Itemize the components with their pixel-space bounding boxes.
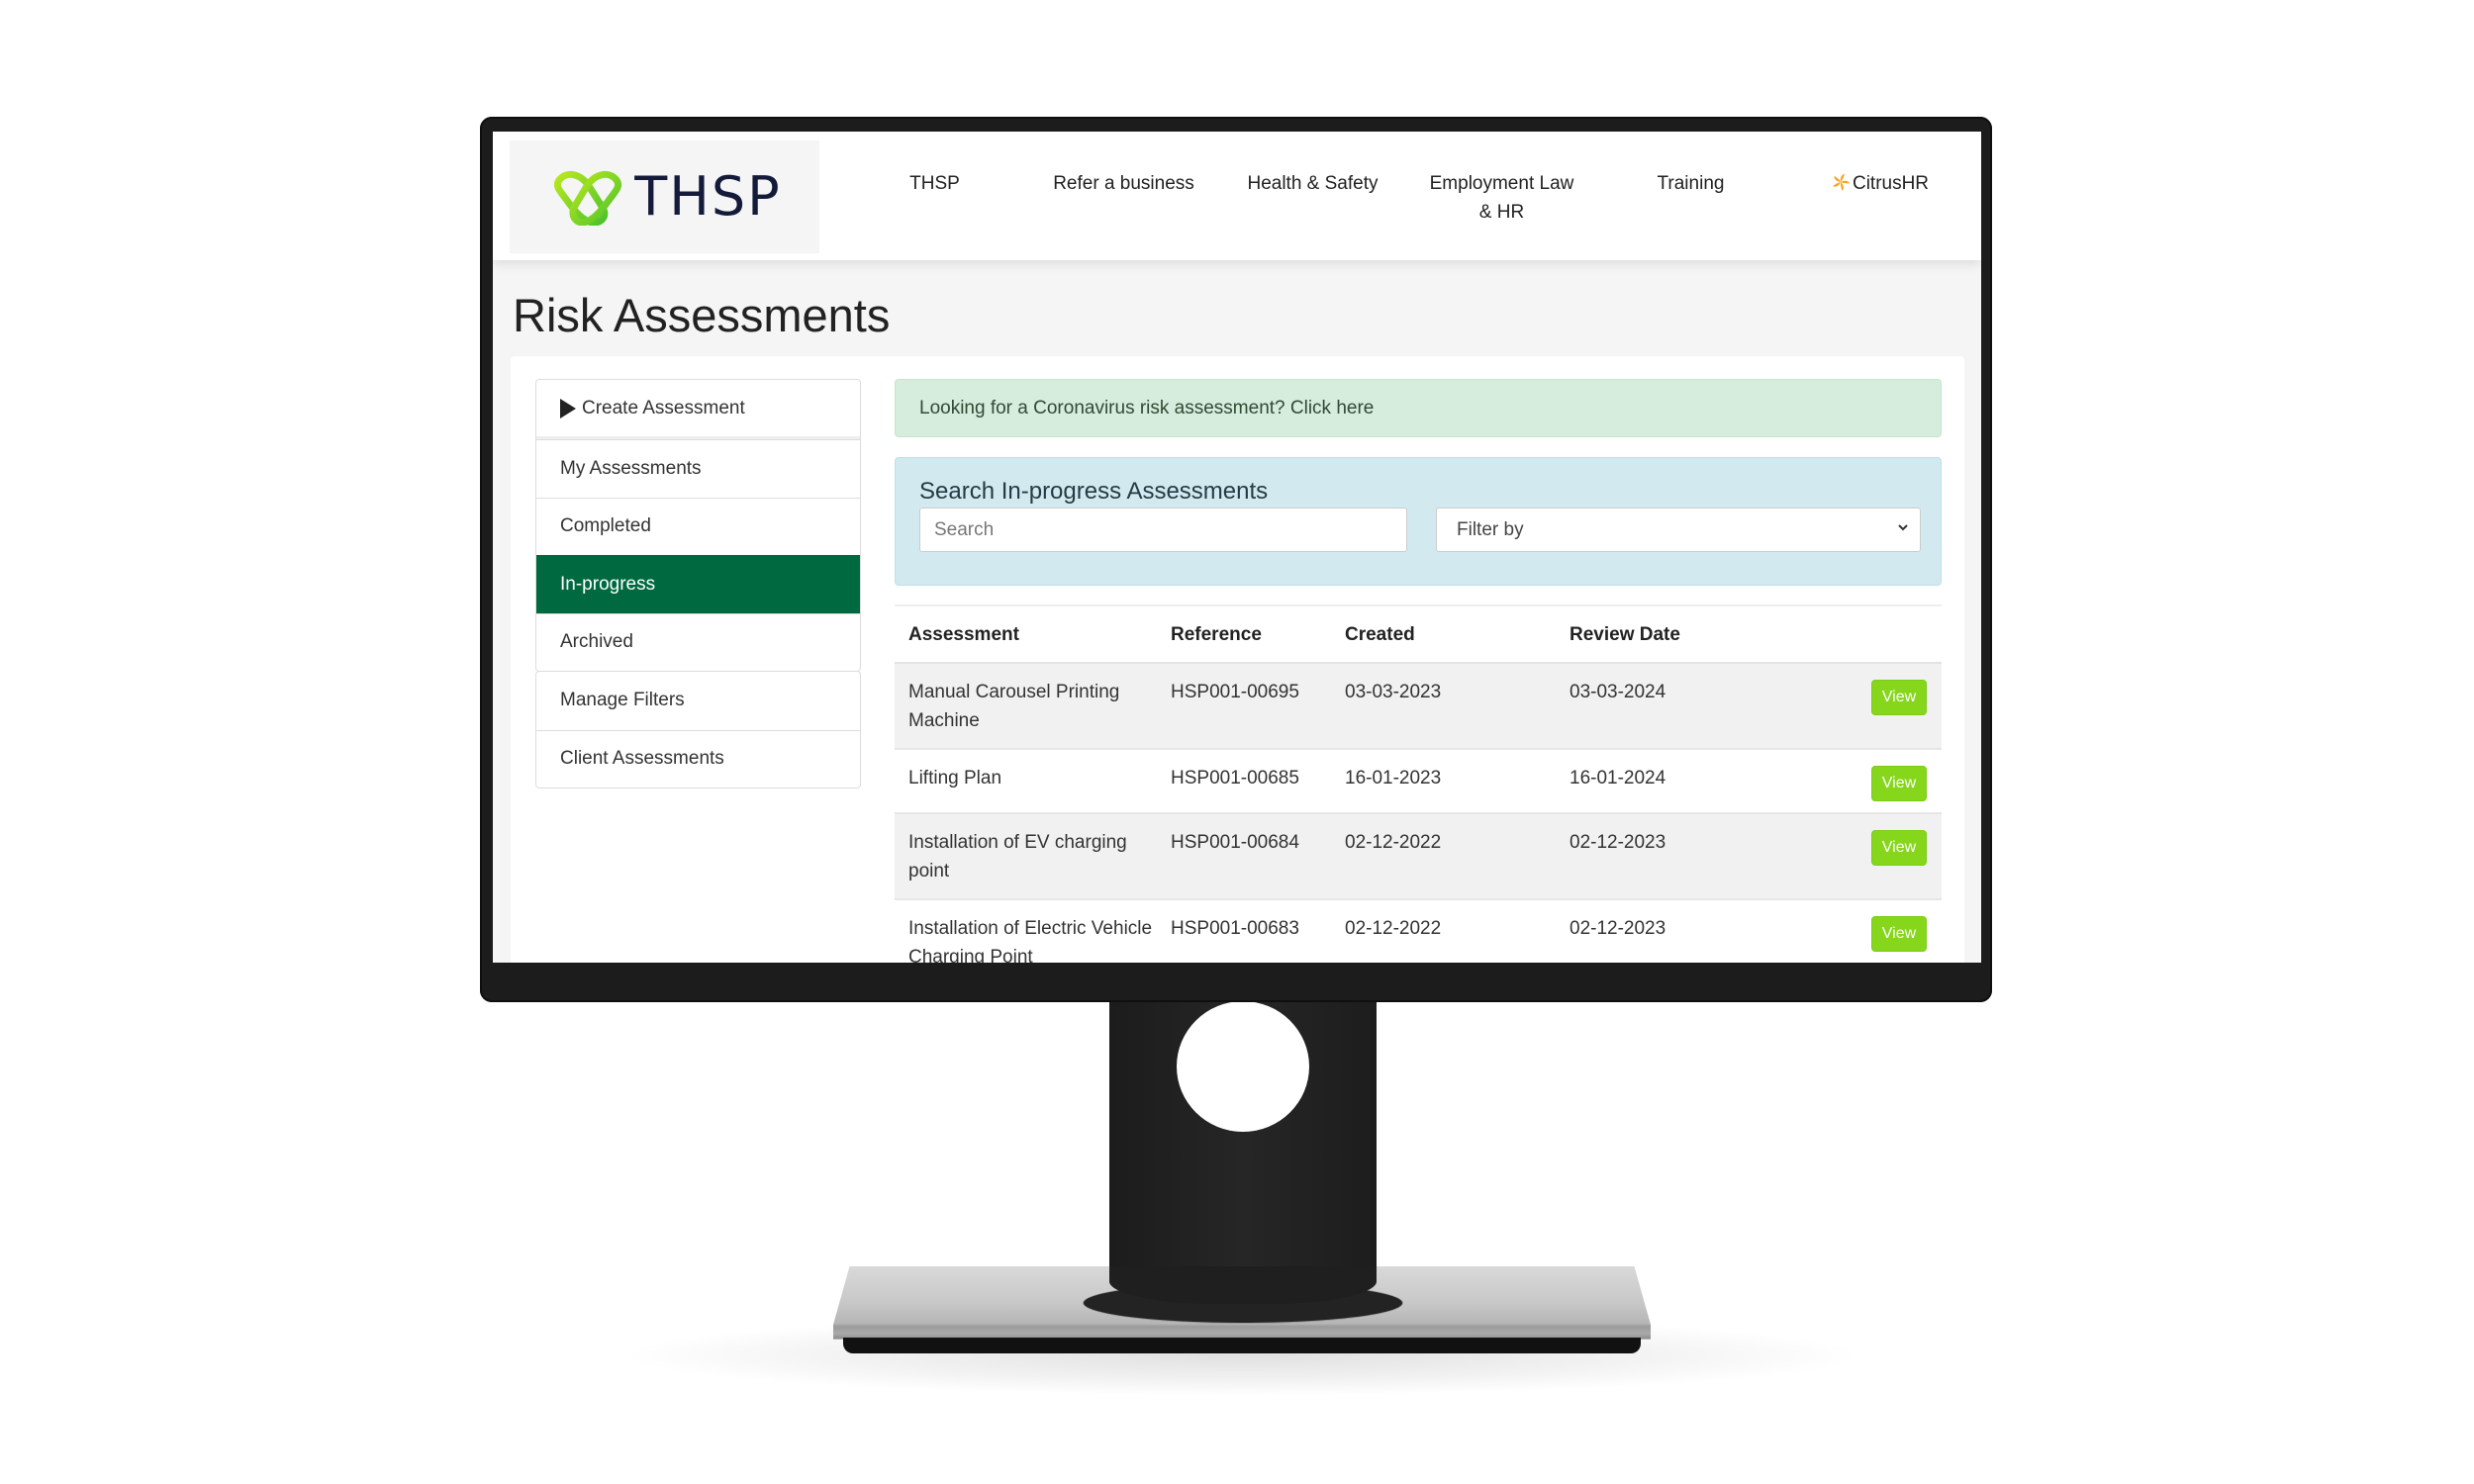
sidebar-item-create-assessment[interactable]: Create Assessment bbox=[536, 380, 860, 439]
chevron-down-icon bbox=[1898, 524, 1908, 531]
cell-reference: HSP001-00685 bbox=[1171, 768, 1299, 788]
stand-cable-hole bbox=[1177, 1001, 1309, 1132]
nav-item-refer-a-business[interactable]: Refer a business bbox=[1029, 169, 1218, 238]
filter-by-select[interactable]: Filter by bbox=[1436, 508, 1921, 552]
cell-review-date: 16-01-2024 bbox=[1570, 768, 1666, 788]
table-row: Installation of Electric Vehicle Chargin… bbox=[895, 900, 1942, 963]
cell-created: 03-03-2023 bbox=[1345, 682, 1442, 702]
cell-created: 02-12-2022 bbox=[1345, 918, 1442, 939]
stand-neck-foot bbox=[1109, 1266, 1377, 1304]
column-header-created[interactable]: Created bbox=[1331, 620, 1556, 649]
nav-item-employment-law-hr[interactable]: Employment Law & HR bbox=[1407, 169, 1596, 238]
sidebar-item-label: Archived bbox=[560, 631, 633, 653]
cell-reference: HSP001-00684 bbox=[1171, 832, 1299, 853]
search-panel: Search In-progress Assessments Filter by bbox=[895, 457, 1942, 586]
sidebar-item-archived[interactable]: Archived bbox=[536, 612, 860, 672]
table-row: Installation of EV charging point HSP001… bbox=[895, 814, 1942, 900]
sidebar-item-label: Manage Filters bbox=[560, 690, 685, 711]
sidebar-item-completed[interactable]: Completed bbox=[536, 497, 860, 556]
thsp-heart-logo-icon bbox=[554, 170, 622, 226]
search-input[interactable] bbox=[919, 508, 1407, 552]
sidebar-item-client-assessments[interactable]: Client Assessments bbox=[536, 729, 860, 788]
filter-by-selected: Filter by bbox=[1457, 518, 1524, 540]
nav-item-thsp[interactable]: THSP bbox=[840, 169, 1029, 238]
cell-review-date: 03-03-2024 bbox=[1570, 682, 1666, 702]
app-header: THSP THSP Refer a business Health & Safe… bbox=[493, 132, 1981, 260]
cell-reference: HSP001-00683 bbox=[1171, 918, 1299, 939]
table-row: Manual Carousel Printing Machine HSP001-… bbox=[895, 664, 1942, 750]
content-panel: Create Assessment My Assessments Complet… bbox=[511, 356, 1964, 963]
assessments-table: Assessment Reference Created Review Date… bbox=[895, 604, 1942, 963]
sidebar-item-label: Create Assessment bbox=[582, 397, 745, 418]
sidebar-item-manage-filters[interactable]: Manage Filters bbox=[536, 672, 860, 730]
coronavirus-alert-link[interactable]: Looking for a Coronavirus risk assessmen… bbox=[895, 379, 1942, 437]
sidebar-item-in-progress[interactable]: In-progress bbox=[536, 555, 860, 613]
nav-item-citrushr[interactable]: CitrusHR bbox=[1785, 169, 1974, 238]
monitor-screen: THSP THSP Refer a business Health & Safe… bbox=[493, 132, 1981, 963]
table-header: Assessment Reference Created Review Date bbox=[895, 606, 1942, 664]
view-button[interactable]: View bbox=[1871, 766, 1927, 801]
logo-text: THSP bbox=[634, 165, 782, 228]
column-header-reference[interactable]: Reference bbox=[1157, 620, 1331, 649]
view-button[interactable]: View bbox=[1871, 916, 1927, 952]
cell-assessment: Installation of EV charging point bbox=[908, 832, 1127, 881]
monitor-stand-base-edge bbox=[843, 1338, 1641, 1353]
column-header-review-date[interactable]: Review Date bbox=[1556, 620, 1833, 649]
search-heading: Search In-progress Assessments bbox=[919, 478, 1269, 505]
cell-assessment: Installation of Electric Vehicle Chargin… bbox=[908, 918, 1153, 963]
table-row: Lifting Plan HSP001-00685 16-01-2023 16-… bbox=[895, 750, 1942, 814]
cell-reference: HSP001-00695 bbox=[1171, 682, 1299, 702]
sidebar-secondary: Manage Filters Client Assessments bbox=[535, 671, 861, 788]
main-nav: THSP Refer a business Health & Safety Em… bbox=[840, 169, 1974, 238]
sidebar-item-label: Client Assessments bbox=[560, 748, 724, 770]
cell-created: 02-12-2022 bbox=[1345, 832, 1442, 853]
sidebar-item-my-assessments[interactable]: My Assessments bbox=[536, 439, 860, 498]
column-header-assessment[interactable]: Assessment bbox=[895, 620, 1157, 649]
cell-created: 16-01-2023 bbox=[1345, 768, 1442, 788]
cell-assessment: Lifting Plan bbox=[908, 768, 1002, 788]
nav-item-training[interactable]: Training bbox=[1596, 169, 1785, 238]
citrus-flower-icon bbox=[1833, 174, 1850, 191]
page-title: Risk Assessments bbox=[513, 289, 891, 341]
sidebar-item-label: My Assessments bbox=[560, 457, 702, 479]
view-button[interactable]: View bbox=[1871, 680, 1927, 715]
sidebar-primary: Create Assessment My Assessments Complet… bbox=[535, 379, 861, 672]
cell-assessment: Manual Carousel Printing Machine bbox=[908, 682, 1120, 731]
nav-item-citrushr-label: CitrusHR bbox=[1852, 173, 1930, 194]
sidebar-item-label: Completed bbox=[560, 515, 651, 537]
cell-review-date: 02-12-2023 bbox=[1570, 832, 1666, 853]
cell-review-date: 02-12-2023 bbox=[1570, 918, 1666, 939]
view-button[interactable]: View bbox=[1871, 830, 1927, 866]
logo[interactable]: THSP bbox=[510, 140, 819, 253]
sidebar-item-label: In-progress bbox=[560, 573, 656, 595]
play-icon bbox=[560, 398, 576, 418]
nav-item-health-safety[interactable]: Health & Safety bbox=[1218, 169, 1407, 238]
